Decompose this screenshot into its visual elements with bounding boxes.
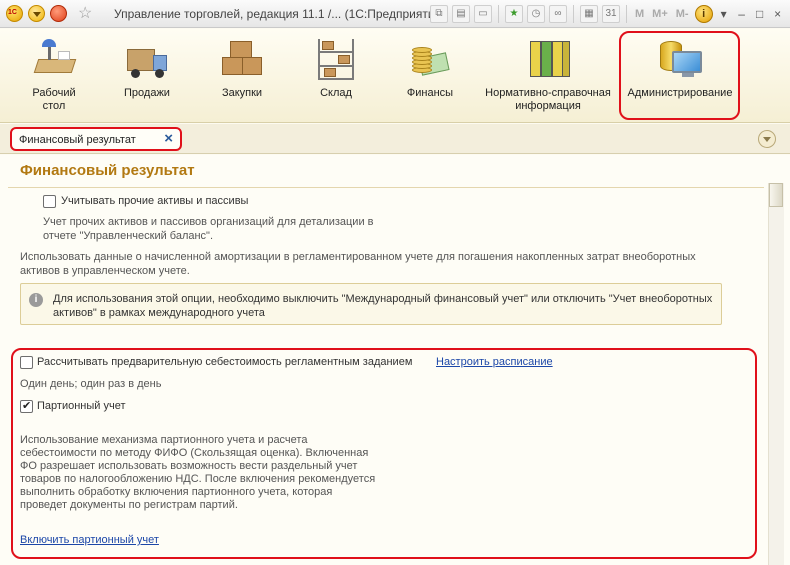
section-label: Склад xyxy=(320,87,352,99)
window-title: Управление торговлей, редакция 11.1 /...… xyxy=(114,7,446,21)
page-title: Финансовый результат xyxy=(20,162,195,179)
other-assets-hint-line1: Учет прочих активов и пассивов организац… xyxy=(43,216,374,228)
other-assets-label: Учитывать прочие активы и пассивы xyxy=(61,195,249,207)
close-tab-icon[interactable]: × xyxy=(164,130,173,147)
history-icon[interactable]: ◷ xyxy=(527,5,545,23)
copy-icon[interactable]: ⧉ xyxy=(430,5,448,23)
section-reference-info[interactable]: Нормативно-справочная информация xyxy=(478,37,618,113)
section-label: Продажи xyxy=(124,87,170,99)
minimize-icon[interactable]: – xyxy=(735,7,749,21)
favorites-star-icon[interactable]: ☆ xyxy=(78,3,92,23)
desk-icon xyxy=(30,37,78,81)
memory-m-button[interactable]: M xyxy=(633,8,646,20)
content-area: Финансовый результат Учитывать прочие ак… xyxy=(0,155,790,565)
chevron-down-icon[interactable]: ▾ xyxy=(717,7,731,21)
section-label: Рабочий стол xyxy=(32,87,76,112)
section-sales[interactable]: Продажи xyxy=(114,37,180,100)
calculator-icon[interactable]: ▦ xyxy=(580,5,598,23)
title-divider xyxy=(8,187,764,188)
section-label: Финансы xyxy=(406,87,454,99)
title-toolbar: ⧉ ▤ ▭ ★ ◷ ∞ ▦ 31 M M+ M- i ▾ – □ × xyxy=(430,3,785,25)
note-line2: активов" в рамках международного учета xyxy=(53,307,265,319)
tab-financial-result[interactable]: Финансовый результат × xyxy=(10,127,182,151)
toolbar-divider xyxy=(626,5,627,23)
coins-icon xyxy=(406,37,454,81)
scrollbar-thumb[interactable] xyxy=(769,183,783,207)
info-icon[interactable]: i xyxy=(694,5,713,23)
title-bar: 1С ☆ Управление торговлей, редакция 11.1… xyxy=(0,0,790,28)
1c-logo-icon[interactable]: 1С xyxy=(6,5,23,22)
maximize-icon[interactable]: □ xyxy=(753,7,767,21)
other-assets-hint-line2: отчете "Управленческий баланс". xyxy=(43,230,214,242)
print-icon[interactable]: ▤ xyxy=(452,5,470,23)
info-icon: i xyxy=(29,293,43,307)
section-warehouse[interactable]: Склад xyxy=(304,37,368,100)
warehouse-shelf-icon xyxy=(312,37,360,81)
tab-label: Финансовый результат xyxy=(19,134,136,146)
vertical-scrollbar[interactable] xyxy=(768,183,784,565)
memory-minus-button[interactable]: M- xyxy=(674,8,691,20)
section-label: Закупки xyxy=(221,87,263,99)
section-purchases[interactable]: Закупки xyxy=(210,37,274,100)
calendar-icon[interactable]: 31 xyxy=(602,5,620,23)
highlight-frame-administration xyxy=(619,31,740,120)
truck-icon xyxy=(123,37,171,81)
close-icon[interactable]: × xyxy=(771,7,785,21)
toolbar-divider xyxy=(573,5,574,23)
section-finance[interactable]: Финансы xyxy=(398,37,462,100)
memory-plus-button[interactable]: M+ xyxy=(650,8,670,20)
other-assets-checkbox[interactable] xyxy=(43,195,56,208)
amortization-text-line2: активов в управленческом учете. xyxy=(20,265,190,277)
tab-bar: Финансовый результат × xyxy=(0,124,790,154)
section-label: Нормативно-справочная информация xyxy=(485,87,611,112)
section-desktop[interactable]: Рабочий стол xyxy=(22,37,86,113)
boxes-icon xyxy=(218,37,266,81)
info-note: i Для использования этой опции, необходи… xyxy=(20,283,722,325)
sections-panel: Рабочий стол Продажи Закупки Склад Финан… xyxy=(0,29,790,123)
folders-icon xyxy=(524,37,572,81)
highlight-frame-batch-settings xyxy=(11,348,757,559)
amortization-text-line1: Использовать данные о начисленной аморти… xyxy=(20,251,696,263)
link-icon[interactable]: ∞ xyxy=(549,5,567,23)
document-icon[interactable]: ▭ xyxy=(474,5,492,23)
toolbar-divider xyxy=(498,5,499,23)
tabs-list-chevron-icon[interactable] xyxy=(758,130,776,148)
add-to-favorites-icon[interactable]: ★ xyxy=(505,5,523,23)
main-menu-button[interactable] xyxy=(28,5,45,22)
note-line1: Для использования этой опции, необходимо… xyxy=(53,293,713,305)
stop-icon[interactable] xyxy=(50,5,67,22)
